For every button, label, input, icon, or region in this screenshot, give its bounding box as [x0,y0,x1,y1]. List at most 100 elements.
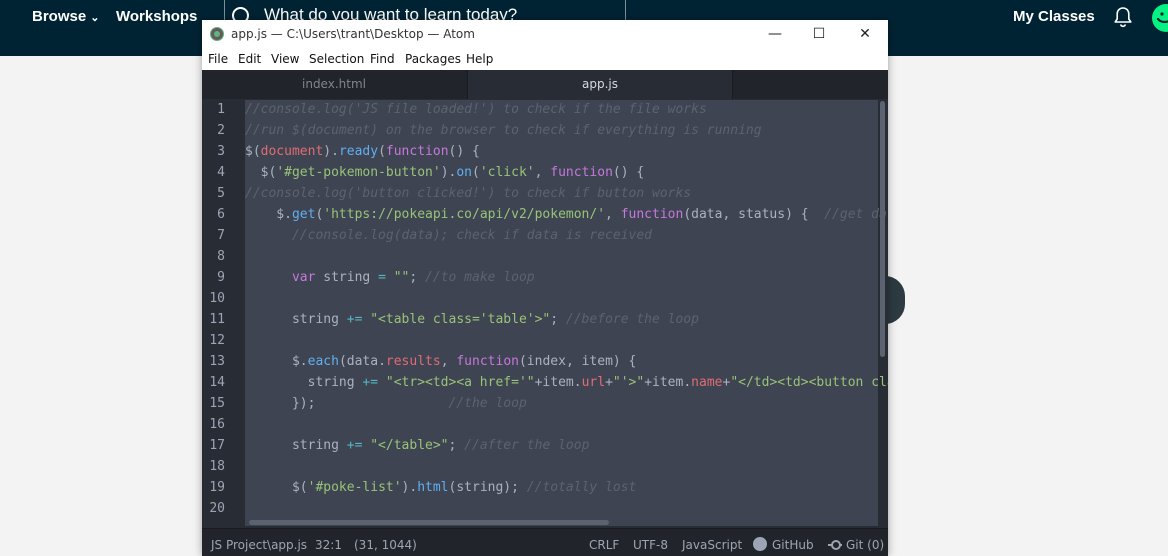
code-token: (string); [448,480,527,495]
status-line-ending[interactable]: CRLF [589,538,619,552]
github-icon [753,537,767,551]
code-token: function [550,165,613,180]
code-line: 12 [202,330,888,351]
code-text: }); //the loop [245,393,527,414]
code-token: //console.log('JS file loaded!') to chec… [245,102,707,117]
code-token: '#poke-list' [307,480,402,495]
maximize-icon[interactable]: ☐ [796,20,842,49]
status-git[interactable]: Git (0) [846,538,884,552]
line-number: 12 [209,333,225,348]
code-token: ready [338,144,379,159]
code-text: $.get('https://pokeapi.co/api/v2/pokemon… [245,204,888,225]
code-token: $. [245,207,292,222]
line-number: 2 [217,123,225,138]
menu-packages[interactable]: Packages [405,52,461,66]
tab-index-html[interactable]: index.html [202,70,466,99]
status-bar: JS Project\app.js 32:1 (31, 1044) CRLF U… [202,528,888,556]
code-line: 17 string += "</table>"; //after the loo… [202,435,888,456]
code-token: //run $(document) on the browser to chec… [245,123,762,138]
code-text: string += "<tr><td><a href='"+item.url+"… [245,372,888,393]
code-token: ). [401,480,418,495]
code-token: + [605,375,613,390]
status-file-path[interactable]: JS Project\app.js [211,538,307,552]
code-token: +item. [534,375,582,390]
line-number: 7 [217,228,225,243]
code-token: get [291,207,316,222]
code-token: function [385,144,449,159]
line-number: 15 [209,396,225,411]
code-text: $('#poke-list').html(string); //totally … [245,477,636,498]
line-number: 11 [209,312,225,327]
line-number: 3 [217,144,225,159]
code-line: 11 string += "<table class='table'>"; //… [202,309,888,330]
nav-browse-label: Browse [32,8,87,25]
code-token: html [417,480,449,495]
nav-my-classes[interactable]: My Classes [1013,8,1095,25]
code-line: 10 [202,288,888,309]
line-number: 8 [217,249,225,264]
tab-bar: index.html app.js [202,70,888,99]
nav-browse[interactable]: Browse ⌄ [32,8,99,25]
line-number: 16 [209,417,225,432]
line-number: 17 [209,438,225,453]
menu-bar: File Edit View Selection Find Packages H… [202,49,888,71]
tab-app-js[interactable]: app.js [467,70,733,99]
code-text: //console.log(data); check if data is re… [245,225,652,246]
line-number: 13 [209,354,225,369]
code-line: 18 [202,456,888,477]
menu-find[interactable]: Find [370,52,395,66]
menu-edit[interactable]: Edit [238,52,261,66]
line-number: 10 [209,291,225,306]
window-title: app.js — C:\Users\trant\Desktop — Atom [231,27,475,41]
status-encoding[interactable]: UTF-8 [633,538,668,552]
menu-selection[interactable]: Selection [309,52,364,66]
code-token: function [620,207,684,222]
code-token: += [346,312,363,327]
menu-help[interactable]: Help [466,52,493,66]
code-text: string += "</table>"; //after the loop [245,435,589,456]
code-token: "" [393,270,410,285]
code-token: //totally lost [526,480,637,495]
status-grammar[interactable]: JavaScript [682,538,742,552]
code-token: name [691,375,723,390]
close-icon[interactable]: ✕ [842,20,888,49]
code-token: each [307,354,339,369]
vertical-scrollbar[interactable] [880,101,885,357]
code-line: 4 $('#get-pokemon-button').on('click', f… [202,162,888,183]
code-line: 5 //console.log('button clicked!') to che… [202,183,888,204]
code-line: 7 //console.log(data); check if data is … [202,225,888,246]
code-token: () { [612,165,645,180]
bell-icon[interactable] [1112,6,1134,28]
window-titlebar[interactable]: app.js — C:\Users\trant\Desktop — Atom —… [202,20,888,49]
code-token: //after the loop [464,438,590,453]
code-token: '#get-pokemon-button' [276,165,441,180]
minimize-icon[interactable]: — [752,20,798,49]
code-token: ). [323,144,339,159]
avatar[interactable] [1152,4,1168,32]
code-token: ; [409,270,426,285]
status-selection-count[interactable]: (31, 1044) [354,538,417,552]
code-text: $.each(data.results, function(index, ite… [245,351,636,372]
horizontal-scrollbar[interactable] [249,520,609,525]
code-token: $( [245,480,308,495]
code-line: 13 $.each(data.results, function(index, … [202,351,888,372]
code-text: var string = ""; //to make loop [245,267,535,288]
code-token: 'https://pokeapi.co/api/v2/pokemon/' [323,207,606,222]
nav-workshops[interactable]: Workshops [116,8,197,25]
git-icon [828,540,842,550]
code-token: ( [472,165,480,180]
code-token: string [245,375,363,390]
menu-file[interactable]: File [208,52,228,66]
status-cursor-position[interactable]: 32:1 [315,538,342,552]
line-number: 18 [209,459,225,474]
code-text: //console.log('button clicked!') to chec… [245,183,691,204]
menu-view[interactable]: View [271,52,299,66]
code-token: //before the loop [565,312,699,327]
code-token: 'click' [479,165,535,180]
code-token: ( [252,144,261,159]
code-editor[interactable]: 1 //console.log('JS file loaded!') to che… [202,99,888,528]
status-github[interactable]: GitHub [772,538,814,552]
